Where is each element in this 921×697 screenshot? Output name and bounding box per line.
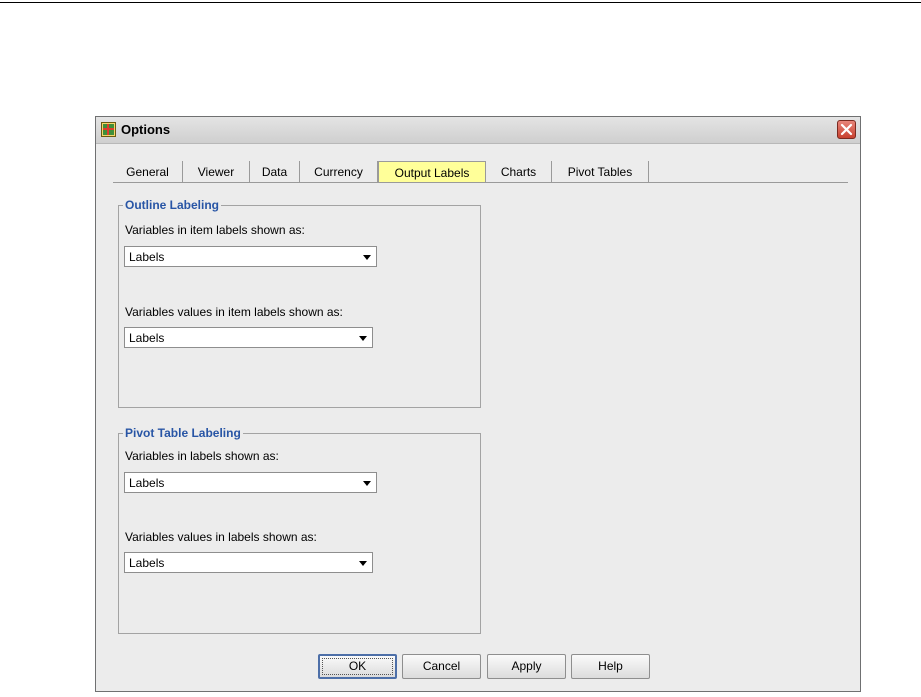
values-labels-label: Variables values in labels shown as: — [125, 530, 317, 544]
tab-divider — [113, 182, 848, 183]
chevron-down-icon — [359, 336, 367, 341]
values-labels-select[interactable]: Labels — [124, 552, 373, 573]
tab-currency[interactable]: Currency — [300, 161, 378, 183]
tab-charts[interactable]: Charts — [486, 161, 552, 183]
tab-output-labels[interactable]: Output Labels — [378, 161, 486, 183]
top-rule — [0, 2, 921, 3]
close-icon — [840, 123, 853, 136]
variables-item-labels-label: Variables in item labels shown as: — [125, 223, 305, 237]
outline-labeling-title: Outline Labeling — [123, 198, 222, 212]
tab-viewer[interactable]: Viewer — [183, 161, 250, 183]
tab-pivot-tables[interactable]: Pivot Tables — [552, 161, 649, 183]
ok-button-label: OK — [322, 658, 393, 675]
tab-general[interactable]: General — [113, 161, 183, 183]
close-button[interactable] — [837, 120, 856, 139]
chevron-down-icon — [363, 481, 371, 486]
variables-labels-label: Variables in labels shown as: — [125, 449, 279, 463]
variables-item-labels-select[interactable]: Labels — [124, 246, 377, 267]
tab-data[interactable]: Data — [250, 161, 300, 183]
chevron-down-icon — [359, 561, 367, 566]
values-item-labels-label: Variables values in item labels shown as… — [125, 305, 343, 319]
ok-button[interactable]: OK — [318, 654, 397, 679]
pivot-table-labeling-title: Pivot Table Labeling — [123, 426, 243, 440]
options-dialog: Options General Viewer Data Currency Out… — [95, 116, 861, 692]
values-labels-value: Labels — [129, 556, 165, 570]
chevron-down-icon — [363, 255, 371, 260]
options-app-icon — [101, 122, 116, 137]
variables-labels-select[interactable]: Labels — [124, 472, 377, 493]
outline-labeling-group: Outline Labeling Variables in item label… — [118, 198, 481, 408]
help-button[interactable]: Help — [571, 654, 650, 679]
apply-button[interactable]: Apply — [487, 654, 566, 679]
values-item-labels-value: Labels — [129, 331, 165, 345]
values-item-labels-select[interactable]: Labels — [124, 327, 373, 348]
pivot-table-labeling-group: Pivot Table Labeling Variables in labels… — [118, 426, 481, 634]
title-bar[interactable]: Options — [96, 117, 860, 144]
variables-item-labels-value: Labels — [129, 250, 165, 264]
variables-labels-value: Labels — [129, 476, 165, 490]
dialog-title: Options — [121, 122, 171, 137]
cancel-button[interactable]: Cancel — [402, 654, 481, 679]
